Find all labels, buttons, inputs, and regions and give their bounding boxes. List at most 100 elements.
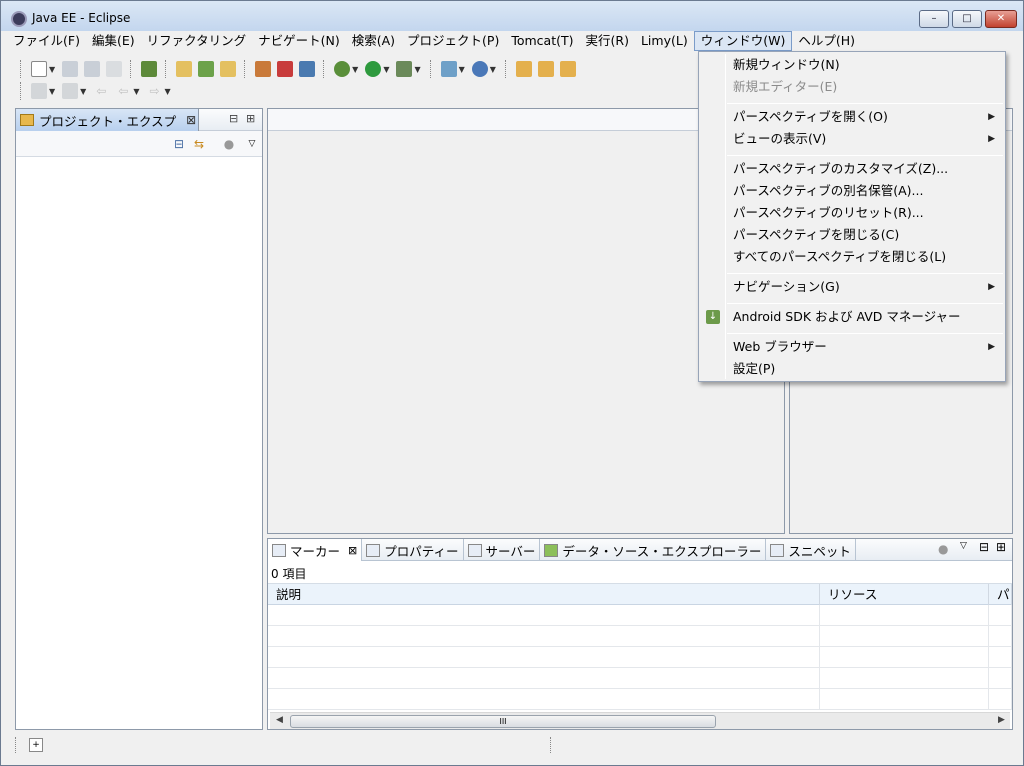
menu-help[interactable]: ヘルプ(H) — [792, 31, 861, 51]
tool-icon[interactable] — [255, 61, 272, 77]
menu-search[interactable]: 検索(A) — [346, 31, 401, 51]
view-menu-icon[interactable]: ● — [221, 136, 237, 152]
toolbar-grip[interactable] — [20, 82, 23, 100]
tab-data-source-explorer[interactable]: データ・ソース・エクスプローラー — [540, 539, 767, 561]
minimize-button[interactable]: – — [919, 10, 949, 28]
menu-edit[interactable]: 編集(E) — [86, 31, 141, 51]
tool-red-icon[interactable] — [277, 61, 294, 77]
view-dropdown-icon[interactable]: ▽ — [244, 136, 260, 152]
tool-blue-icon[interactable] — [299, 61, 316, 77]
tab-snippets[interactable]: スニペット — [766, 539, 856, 561]
data-source-icon — [544, 543, 559, 557]
menu-refactor[interactable]: リファクタリング — [141, 31, 253, 51]
window-title: Java EE - Eclipse — [32, 11, 131, 25]
menu-item-customize-perspective[interactable]: パースペクティブのカスタマイズ(Z)... — [733, 158, 948, 180]
menu-item-navigation[interactable]: ナビゲーション(G) — [733, 276, 840, 298]
prev-annotation-icon[interactable] — [62, 83, 79, 99]
tab-data-source-label: データ・ソース・エクスプローラー — [562, 543, 762, 559]
menu-item-android-sdk-avd-manager[interactable]: Android SDK および AVD マネージャー — [733, 306, 961, 328]
column-description[interactable]: 説明 — [268, 584, 820, 606]
last-edit-icon[interactable]: ⇦ — [93, 83, 109, 99]
submenu-arrow-icon: ▶ — [988, 134, 995, 144]
minimize-view-icon[interactable]: ⊟ — [979, 540, 989, 554]
menu-item-open-perspective[interactable]: パースペクティブを開く(O) — [733, 106, 888, 128]
menu-item-close-all-perspectives[interactable]: すべてのパースペクティブを閉じる(L) — [733, 246, 946, 268]
folder-icon — [20, 114, 34, 126]
close-tab-icon[interactable]: ⊠ — [186, 113, 196, 127]
maximize-view-icon[interactable]: ⊞ — [996, 540, 1006, 554]
horizontal-scrollbar[interactable]: ◀ III ▶ — [270, 712, 1010, 729]
open-resource-icon[interactable] — [559, 61, 576, 77]
menu-bar: ファイル(F) 編集(E) リファクタリング ナビゲート(N) 検索(A) プロ… — [7, 31, 1019, 51]
markers-table: 説明 リソース パ — [268, 583, 1012, 710]
close-tab-icon[interactable]: ⊠ — [348, 544, 357, 557]
menu-tomcat[interactable]: Tomcat(T) — [505, 31, 579, 51]
run-icon[interactable] — [365, 61, 382, 77]
new-class-icon[interactable] — [220, 61, 237, 77]
status-grip — [550, 737, 553, 753]
view-menu-icon[interactable]: ● — [938, 542, 948, 556]
table-row[interactable] — [268, 668, 1012, 689]
item-count: 0 項目 — [271, 567, 307, 581]
back-icon[interactable]: ⇦ — [115, 83, 131, 99]
menu-window[interactable]: ウィンドウ(W) — [693, 31, 793, 51]
tab-servers[interactable]: サーバー — [464, 539, 541, 561]
table-row[interactable] — [268, 689, 1012, 710]
new-file-icon[interactable] — [31, 61, 47, 77]
save-all-icon[interactable] — [84, 61, 101, 77]
scrollbar-thumb[interactable]: III — [290, 715, 716, 728]
scroll-right-icon[interactable]: ▶ — [998, 715, 1005, 725]
new-project-icon[interactable] — [176, 61, 193, 77]
print-icon[interactable] — [106, 61, 123, 77]
main-toolbar: ▼ ▼ ▼ ▼ ▼ ▼ ▼ ▼ ⇦ ⇦ ▼ ⇨ ▼ — [15, 57, 715, 103]
column-path[interactable]: パ — [989, 584, 1012, 606]
scroll-left-icon[interactable]: ◀ — [276, 715, 283, 725]
open-folder-icon[interactable] — [515, 61, 532, 77]
tab-properties[interactable]: プロパティー — [362, 539, 464, 561]
new-junit-icon[interactable] — [198, 61, 215, 77]
web-service-icon[interactable] — [471, 61, 488, 77]
collapse-all-icon[interactable]: ⊟ — [171, 136, 187, 152]
table-row[interactable] — [268, 647, 1012, 668]
menu-item-preferences[interactable]: 設定(P) — [733, 358, 775, 380]
project-explorer-tab[interactable]: プロジェクト・エクスプ ⊠ — [16, 109, 199, 131]
minimize-view-icon[interactable]: ⊟ — [229, 112, 238, 125]
next-annotation-icon[interactable] — [31, 83, 47, 99]
bottom-tab-bar: マーカー ⊠ プロパティー サーバー データ・ソース・エクスプローラー スニペッ… — [268, 539, 1012, 561]
tab-markers[interactable]: マーカー ⊠ — [268, 539, 363, 561]
server-icon[interactable] — [440, 61, 457, 77]
menu-item-show-view[interactable]: ビューの表示(V) — [733, 128, 826, 150]
menu-navigate[interactable]: ナビゲート(N) — [252, 31, 346, 51]
toolbar-grip[interactable] — [20, 60, 23, 78]
menu-item-save-perspective-as[interactable]: パースペクティブの別名保管(A)... — [733, 180, 923, 202]
menu-item-new-editor[interactable]: 新規エディター(E) — [733, 76, 837, 98]
run-external-icon[interactable] — [396, 61, 413, 77]
menu-limy[interactable]: Limy(L) — [635, 31, 694, 51]
fast-view-icon[interactable]: + — [29, 738, 43, 752]
view-dropdown-icon[interactable]: ▽ — [960, 541, 967, 551]
table-row[interactable] — [268, 605, 1012, 626]
menu-file[interactable]: ファイル(F) — [7, 31, 86, 51]
save-icon[interactable] — [62, 61, 79, 77]
toolbar-grip — [429, 60, 433, 78]
menu-item-web-browser[interactable]: Web ブラウザー — [733, 336, 827, 358]
status-grip — [15, 737, 18, 753]
column-resource[interactable]: リソース — [820, 584, 989, 606]
menu-project[interactable]: プロジェクト(P) — [401, 31, 505, 51]
maximize-view-icon[interactable]: ⊞ — [246, 112, 255, 125]
tab-properties-label: プロパティー — [384, 543, 459, 559]
table-row[interactable] — [268, 626, 1012, 647]
menu-item-reset-perspective[interactable]: パースペクティブのリセット(R)... — [733, 202, 924, 224]
menu-run[interactable]: 実行(R) — [580, 31, 635, 51]
close-button[interactable]: ✕ — [985, 10, 1017, 28]
menu-item-close-perspective[interactable]: パースペクティブを閉じる(C) — [733, 224, 899, 246]
link-with-editor-icon[interactable]: ⇆ — [191, 136, 207, 152]
maximize-button[interactable]: □ — [952, 10, 982, 28]
open-type-icon[interactable] — [537, 61, 554, 77]
debug-icon[interactable] — [334, 61, 351, 77]
forward-icon[interactable]: ⇨ — [146, 83, 162, 99]
menu-item-new-window[interactable]: 新規ウィンドウ(N) — [733, 54, 840, 76]
status-bar: + — [15, 735, 1015, 755]
submenu-arrow-icon: ▶ — [988, 112, 995, 122]
download-icon[interactable] — [141, 61, 158, 77]
